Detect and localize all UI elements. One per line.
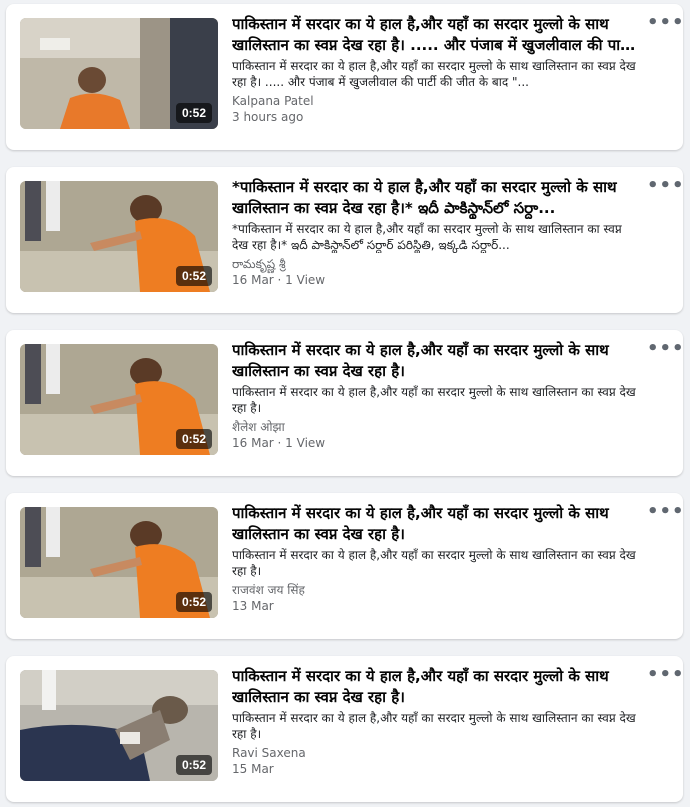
video-author[interactable]: शैलेश ओझा bbox=[232, 419, 640, 435]
video-author[interactable]: Ravi Saxena bbox=[232, 745, 640, 761]
video-meta: 13 Mar bbox=[232, 599, 274, 613]
video-meta: 16 Mar · 1 View bbox=[232, 273, 326, 287]
video-duration-badge: 0:52 bbox=[175, 592, 212, 612]
video-thumbnail[interactable]: 0:52 bbox=[20, 507, 218, 618]
video-author[interactable]: రామకృష్ణ శ్రీ bbox=[232, 256, 640, 272]
video-duration-badge: 0:52 bbox=[175, 266, 212, 286]
video-author[interactable]: राजवंश जय सिंह bbox=[232, 582, 640, 598]
video-thumbnail[interactable]: 0:52 bbox=[20, 18, 218, 129]
video-snippet: *पाकिस्तान में सरदार का ये हाल है,और यहा… bbox=[232, 222, 622, 252]
video-snippet: पाकिस्तान में सरदार का ये हाल है,और यहाँ… bbox=[232, 548, 636, 578]
video-snippet: पाकिस्तान में सरदार का ये हाल है,और यहाँ… bbox=[232, 385, 636, 415]
video-result-card[interactable]: 0:52 पाकिस्तान में सरदार का ये हाल है,और… bbox=[6, 4, 684, 150]
video-duration-badge: 0:52 bbox=[175, 429, 212, 449]
video-duration-badge: 0:52 bbox=[175, 755, 212, 775]
more-options-icon[interactable]: ••• bbox=[647, 666, 684, 686]
video-result-card[interactable]: 0:52 पाकिस्तान में सरदार का ये हाल है,और… bbox=[6, 656, 684, 802]
video-result-card[interactable]: 0:52 पाकिस्तान में सरदार का ये हाल है,और… bbox=[6, 330, 684, 476]
video-duration-badge: 0:52 bbox=[175, 103, 212, 123]
video-result-card[interactable]: 0:52 *पाकिस्तान में सरदार का ये हाल है,औ… bbox=[6, 167, 684, 313]
video-meta: 16 Mar · 1 View bbox=[232, 436, 326, 450]
video-result-card[interactable]: 0:52 पाकिस्तान में सरदार का ये हाल है,और… bbox=[6, 493, 684, 639]
video-thumbnail[interactable]: 0:52 bbox=[20, 181, 218, 292]
video-title[interactable]: पाकिस्तान में सरदार का ये हाल है,और यहाँ… bbox=[232, 503, 640, 545]
video-title[interactable]: पाकिस्तान में सरदार का ये हाल है,और यहाँ… bbox=[232, 340, 640, 382]
video-meta: 3 hours ago bbox=[232, 110, 304, 124]
video-author[interactable]: Kalpana Patel bbox=[232, 93, 640, 109]
video-snippet: पाकिस्तान में सरदार का ये हाल है,और यहाँ… bbox=[232, 59, 636, 89]
video-snippet: पाकिस्तान में सरदार का ये हाल है,और यहाँ… bbox=[232, 711, 636, 741]
search-results-list: 0:52 पाकिस्तान में सरदार का ये हाल है,और… bbox=[0, 0, 690, 807]
video-title[interactable]: *पाकिस्तान में सरदार का ये हाल है,और यहा… bbox=[232, 177, 640, 219]
video-meta: 15 Mar bbox=[232, 762, 274, 776]
more-options-icon[interactable]: ••• bbox=[647, 177, 684, 197]
video-thumbnail[interactable]: 0:52 bbox=[20, 344, 218, 455]
video-title[interactable]: पाकिस्तान में सरदार का ये हाल है,और यहाँ… bbox=[232, 14, 640, 56]
more-options-icon[interactable]: ••• bbox=[647, 14, 684, 34]
more-options-icon[interactable]: ••• bbox=[647, 340, 684, 360]
video-thumbnail[interactable]: 0:52 bbox=[20, 670, 218, 781]
more-options-icon[interactable]: ••• bbox=[647, 503, 684, 523]
video-title[interactable]: पाकिस्तान में सरदार का ये हाल है,और यहाँ… bbox=[232, 666, 640, 708]
